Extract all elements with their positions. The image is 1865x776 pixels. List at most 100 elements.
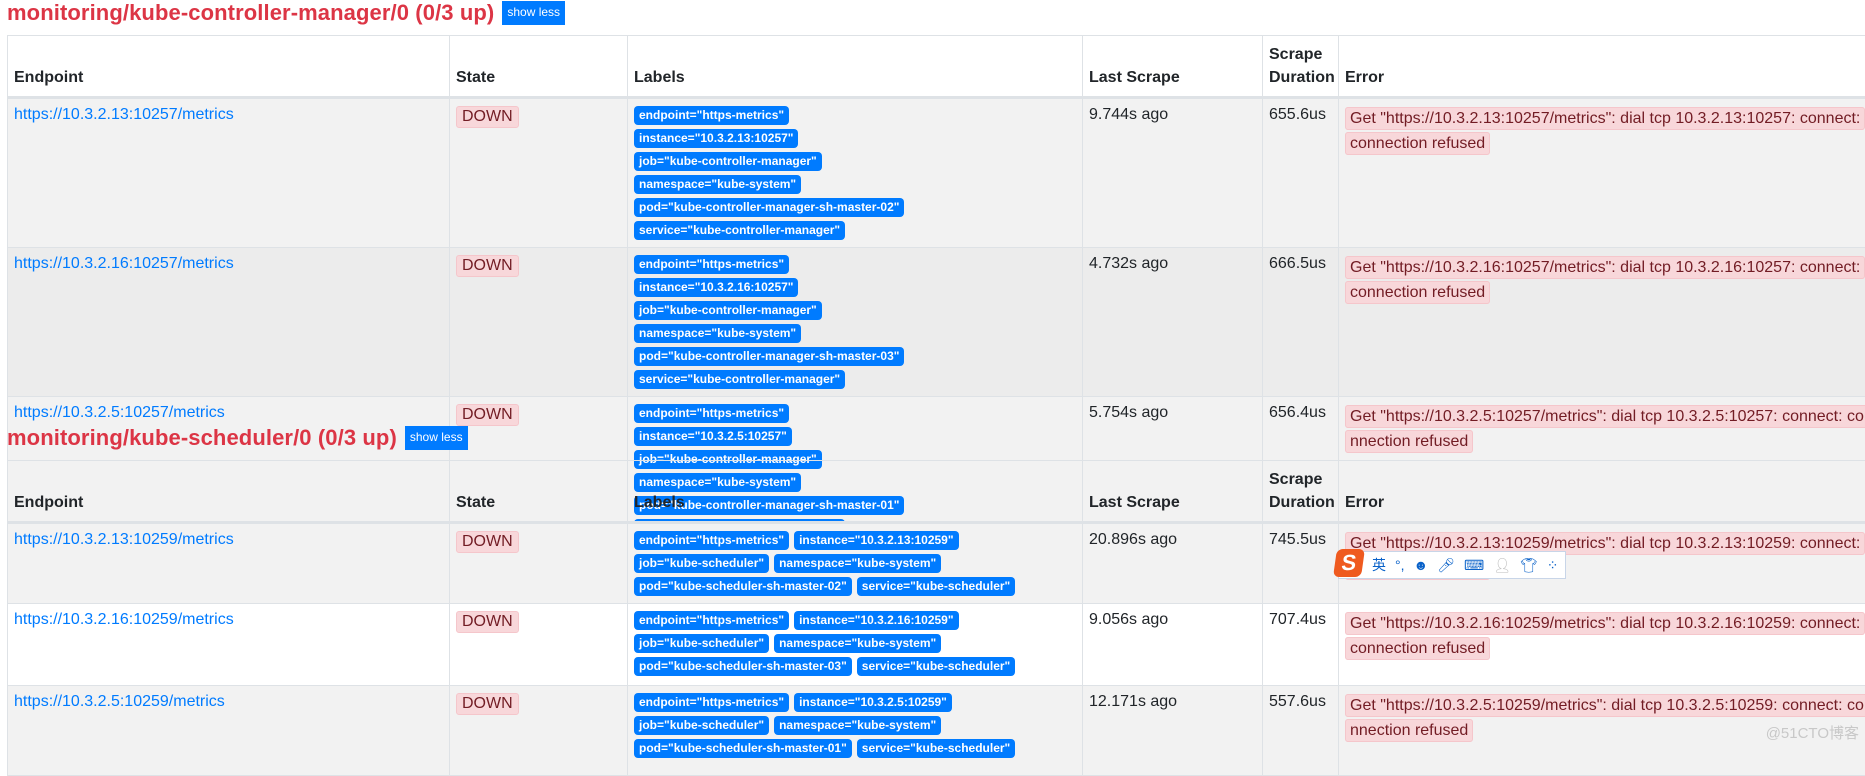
scrape-duration-cell: 655.6us — [1263, 98, 1339, 248]
table-row: https://10.3.2.16:10259/metrics DOWN endpo… — [8, 604, 1865, 686]
column-header: State — [450, 36, 628, 98]
endpoint-link[interactable]: https://10.3.2.13:10257/metrics — [14, 106, 234, 123]
label-badge: pod="kube-scheduler-sh-master-01" — [634, 739, 852, 758]
skin-icon[interactable]: 👕︎ — [1520, 557, 1538, 574]
error-wrapper: Get "https://10.3.2.5:10257/metrics": di… — [1345, 404, 1865, 454]
user-icon[interactable]: 👤︎ — [1493, 557, 1511, 574]
state-badge: DOWN — [456, 693, 519, 715]
microphone-icon[interactable]: 🎤︎ — [1437, 557, 1455, 574]
endpoint-cell: https://10.3.2.13:10257/metrics — [8, 98, 450, 248]
endpoint-link[interactable]: https://10.3.2.13:10259/metrics — [14, 531, 234, 548]
state-cell: DOWN — [450, 248, 628, 397]
error-cell: Get "https://10.3.2.16:10259/metrics": d… — [1339, 604, 1865, 686]
show-less-button[interactable]: show less — [502, 1, 565, 24]
section-title-text: monitoring/kube-controller-manager/0 (0/… — [7, 0, 494, 26]
scrape-duration-cell: 557.6us — [1263, 686, 1339, 776]
last-scrape-cell: 20.896s ago — [1083, 523, 1263, 604]
endpoint-cell: https://10.3.2.5:10259/metrics — [8, 686, 450, 776]
label-badge: instance="10.3.2.13:10257" — [634, 129, 798, 148]
error-wrapper: Get "https://10.3.2.16:10259/metrics": d… — [1345, 611, 1865, 661]
label-badge: pod="kube-scheduler-sh-master-03" — [634, 657, 852, 676]
last-scrape-cell: 9.056s ago — [1083, 604, 1263, 686]
section-title-kube-controller-manager: monitoring/kube-controller-manager/0 (0/… — [7, 0, 565, 26]
last-scrape-cell: 12.171s ago — [1083, 686, 1263, 776]
scrape-duration-cell: 745.5us — [1263, 523, 1339, 604]
state-cell: DOWN — [450, 98, 628, 248]
label-badge: pod="kube-scheduler-sh-master-02" — [634, 577, 852, 596]
label-badge: job="kube-scheduler" — [634, 634, 769, 653]
error-message: Get "https://10.3.2.13:10257/metrics": d… — [1345, 107, 1865, 155]
show-less-button[interactable]: show less — [405, 426, 468, 449]
punctuation-icon[interactable]: °, — [1395, 557, 1405, 573]
state-badge: DOWN — [456, 106, 519, 128]
label-badge: job="kube-controller-manager" — [634, 152, 822, 171]
label-badge: namespace="kube-system" — [774, 716, 941, 735]
label-badge: endpoint="https-metrics" — [634, 693, 789, 712]
watermark: @51CTO博客 — [1766, 722, 1859, 743]
labels-list: endpoint="https-metrics"instance="10.3.2… — [634, 693, 1064, 758]
table-header-row: EndpointStateLabelsLast ScrapeScrape Dur… — [8, 461, 1865, 523]
label-badge: job="kube-controller-manager" — [634, 301, 822, 320]
endpoint-cell: https://10.3.2.16:10259/metrics — [8, 604, 450, 686]
column-header: Endpoint — [8, 461, 450, 523]
emoji-icon[interactable]: ☻ — [1414, 557, 1429, 573]
column-header: Labels — [628, 461, 1083, 523]
scrape-duration-cell: 707.4us — [1263, 604, 1339, 686]
state-badge: DOWN — [456, 255, 519, 277]
labels-list: endpoint="https-metrics" instance="10.3.2… — [634, 106, 934, 240]
toolbox-icon[interactable]: ⁘ — [1547, 557, 1559, 574]
label-badge: pod="kube-controller-manager-sh-master-0… — [634, 198, 904, 217]
label-badge: endpoint="https-metrics" — [634, 611, 789, 630]
state-cell: DOWN — [450, 604, 628, 686]
labels-cell: endpoint="https-metrics"instance="10.3.2… — [628, 686, 1083, 776]
label-badge: instance="10.3.2.13:10259" — [794, 531, 958, 550]
last-scrape-cell: 4.732s ago — [1083, 248, 1263, 397]
column-header: State — [450, 461, 628, 523]
endpoint-cell: https://10.3.2.16:10257/metrics — [8, 248, 450, 397]
label-badge: endpoint="https-metrics" — [634, 531, 789, 550]
column-header: Last Scrape — [1083, 461, 1263, 523]
state-badge: DOWN — [456, 611, 519, 633]
labels-cell: endpoint="https-metrics" instance="10.3.2… — [628, 523, 1083, 604]
keyboard-icon[interactable]: ⌨ — [1464, 557, 1484, 574]
label-badge: job="kube-scheduler" — [634, 716, 769, 735]
labels-cell: endpoint="https-metrics" instance="10.3.2… — [628, 604, 1083, 686]
sogou-logo-icon[interactable]: S — [1333, 549, 1365, 577]
label-badge: service="kube-scheduler" — [857, 657, 1015, 676]
label-badge: namespace="kube-system" — [634, 175, 801, 194]
ime-mode-toggle[interactable]: 英 — [1372, 555, 1386, 575]
ime-toolbar[interactable]: S 英 °, ☻ 🎤︎ ⌨ 👤︎ 👕︎ ⁘ — [1338, 551, 1566, 579]
labels-cell: endpoint="https-metrics" instance="10.3.2… — [628, 98, 1083, 248]
error-wrapper: Get "https://10.3.2.16:10257/metrics": d… — [1345, 255, 1865, 305]
label-badge: pod="kube-controller-manager-sh-master-0… — [634, 347, 904, 366]
error-cell: Get "https://10.3.2.16:10257/metrics": d… — [1339, 248, 1865, 397]
label-badge: endpoint="https-metrics" — [634, 106, 789, 125]
error-wrapper: Get "https://10.3.2.13:10257/metrics": d… — [1345, 106, 1865, 156]
label-badge: service="kube-scheduler" — [857, 739, 1015, 758]
error-message: Get "https://10.3.2.16:10259/metrics": d… — [1345, 612, 1865, 660]
column-header: Error — [1339, 36, 1865, 98]
state-cell: DOWN — [450, 686, 628, 776]
column-header: Last Scrape — [1083, 36, 1263, 98]
table-row: https://10.3.2.13:10257/metrics DOWN endpo… — [8, 98, 1865, 248]
column-header: Error — [1339, 461, 1865, 523]
scrape-duration-cell: 666.5us — [1263, 248, 1339, 397]
section-title-kube-scheduler: monitoring/kube-scheduler/0 (0/3 up) sho… — [7, 425, 468, 451]
endpoint-link[interactable]: https://10.3.2.5:10259/metrics — [14, 693, 225, 710]
label-badge: endpoint="https-metrics" — [634, 404, 789, 423]
label-badge: instance="10.3.2.16:10257" — [634, 278, 798, 297]
targets-table-kube-scheduler: EndpointStateLabelsLast ScrapeScrape Dur… — [7, 460, 1865, 776]
endpoint-link[interactable]: https://10.3.2.16:10257/metrics — [14, 255, 234, 272]
label-badge: service="kube-scheduler" — [857, 577, 1015, 596]
label-badge: service="kube-controller-manager" — [634, 370, 845, 389]
endpoint-link[interactable]: https://10.3.2.5:10257/metrics — [14, 404, 225, 421]
endpoint-link[interactable]: https://10.3.2.16:10259/metrics — [14, 611, 234, 628]
endpoint-cell: https://10.3.2.13:10259/metrics — [8, 523, 450, 604]
labels-list: endpoint="https-metrics"instance="10.3.2… — [634, 255, 934, 389]
label-badge: instance="10.3.2.16:10259" — [794, 611, 958, 630]
label-badge: service="kube-controller-manager" — [634, 221, 845, 240]
section-title-text: monitoring/kube-scheduler/0 (0/3 up) — [7, 425, 397, 451]
state-cell: DOWN — [450, 523, 628, 604]
column-header: Scrape Duration — [1263, 36, 1339, 98]
column-header: Scrape Duration — [1263, 461, 1339, 523]
